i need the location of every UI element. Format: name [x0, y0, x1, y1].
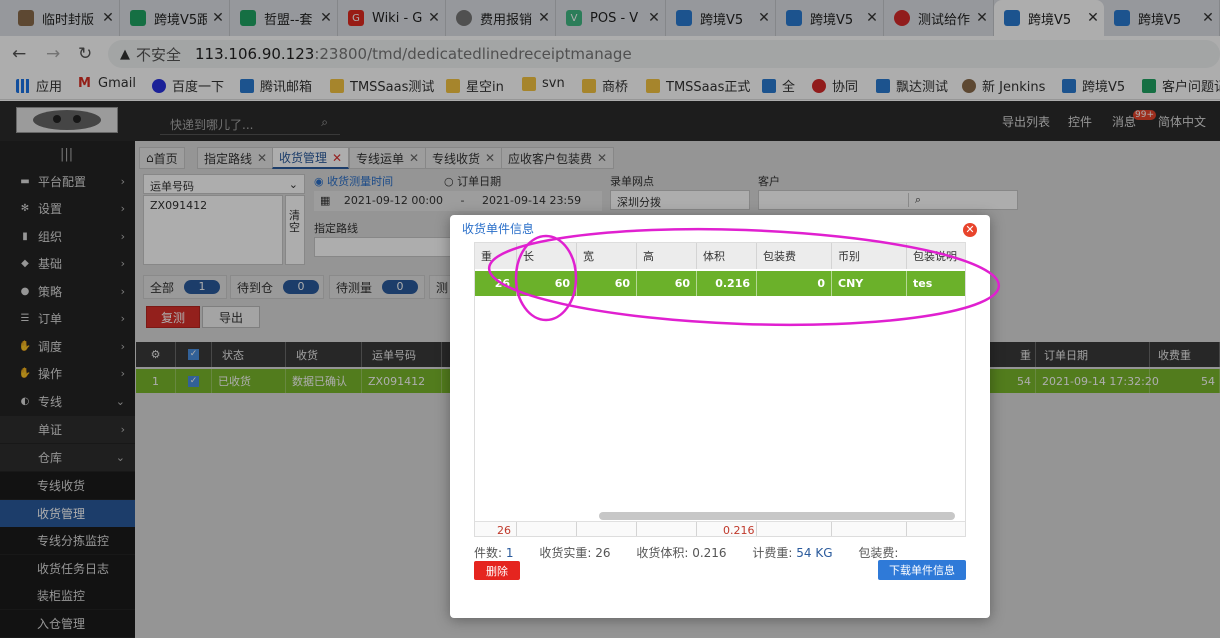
volume-label: 收货体积:	[636, 546, 689, 560]
col-width[interactable]: 宽	[577, 243, 637, 269]
pack-fee-label: 包装费:	[858, 546, 899, 560]
col-weight[interactable]: 重	[475, 243, 517, 269]
cell-width: 60	[577, 271, 637, 296]
footer-cell	[832, 522, 907, 536]
col-length[interactable]: 长	[517, 243, 577, 269]
close-icon[interactable]: ✕	[963, 223, 977, 237]
footer-cell	[577, 522, 637, 536]
volume-value: 0.216	[692, 546, 727, 560]
cell-height: 60	[637, 271, 697, 296]
footer-cell	[637, 522, 697, 536]
pieces-value: 1	[505, 546, 514, 560]
footer-cell	[517, 522, 577, 536]
piece-table-header: 重 长 宽 高 体积 包装费 币别 包装说明	[475, 243, 965, 269]
weight-label: 收货实重:	[539, 546, 592, 560]
weight-value: 26	[595, 546, 611, 560]
fee-weight-value: 54 KG	[796, 546, 833, 560]
piece-table-footer: 26 0.216	[475, 521, 965, 536]
button-label: 下载单件信息	[889, 564, 955, 577]
col-height[interactable]: 高	[637, 243, 697, 269]
button-label: 删除	[486, 564, 508, 578]
fee-weight-label: 计费重:	[752, 546, 793, 560]
col-volume[interactable]: 体积	[697, 243, 757, 269]
cell-volume: 0.216	[697, 271, 757, 296]
footer-volume: 0.216	[697, 522, 757, 536]
piece-table: 重 长 宽 高 体积 包装费 币别 包装说明 26 60 60 60 0.216…	[474, 242, 966, 537]
col-currency[interactable]: 币别	[832, 243, 907, 269]
download-piece-info-button[interactable]: 下载单件信息	[878, 560, 966, 580]
piece-info-modal: 收货单件信息 ✕ 重 长 宽 高 体积 包装费 币别 包装说明 26 60 60…	[450, 215, 990, 618]
cell-weight: 26	[475, 271, 517, 296]
piece-row[interactable]: 26 60 60 60 0.216 0 CNY tes	[475, 271, 965, 296]
footer-cell	[757, 522, 832, 536]
footer-weight: 26	[475, 522, 517, 536]
pieces-label: 件数:	[474, 546, 503, 560]
col-pack-fee[interactable]: 包装费	[757, 243, 832, 269]
cell-pack-desc: tes	[907, 271, 965, 296]
col-pack-desc[interactable]: 包装说明	[907, 243, 965, 269]
cell-pack-fee: 0	[757, 271, 832, 296]
delete-button[interactable]: 删除	[474, 561, 520, 580]
piece-summary: 件数: 1 收货实重: 26 收货体积: 0.216 计费重: 54 KG 包装…	[474, 544, 898, 561]
cell-length: 60	[517, 271, 577, 296]
horizontal-scrollbar[interactable]	[599, 512, 955, 520]
cell-currency: CNY	[832, 271, 907, 296]
modal-title: 收货单件信息	[462, 222, 535, 236]
